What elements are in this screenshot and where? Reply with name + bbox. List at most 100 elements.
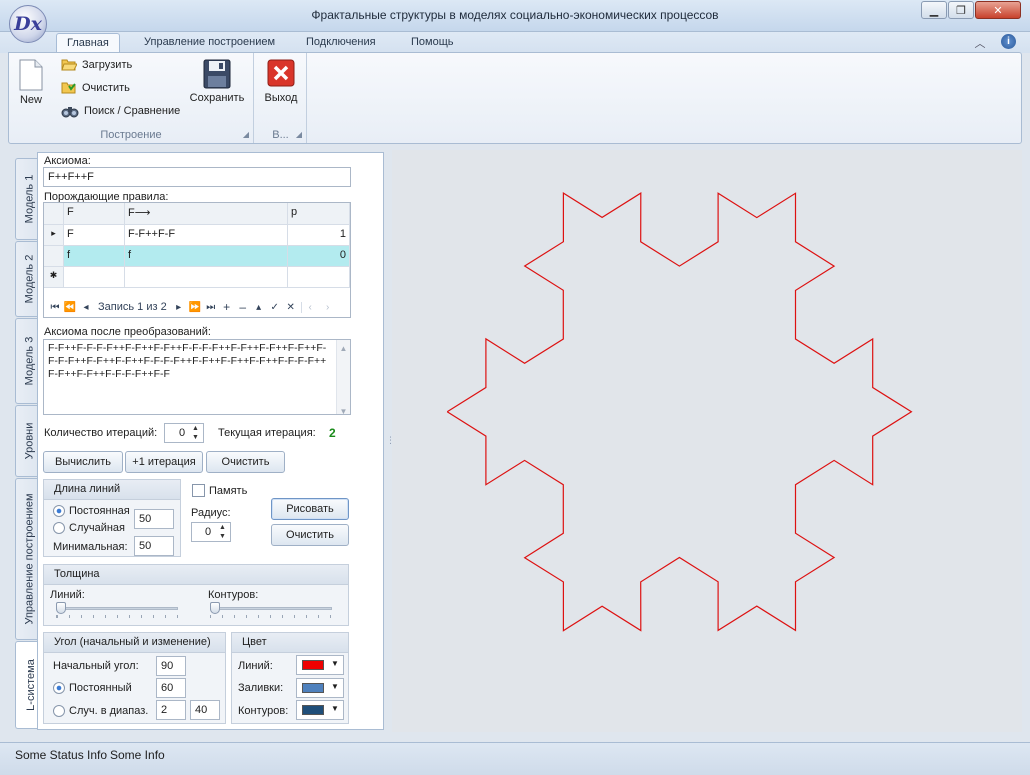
transformed-axiom-label: Аксиома после преобразований:: [44, 326, 211, 338]
fill-color-picker[interactable]: ▼: [296, 678, 344, 698]
spin-arrows-icon[interactable]: ▲ ▼: [192, 424, 199, 442]
rule-p-cell[interactable]: 0: [288, 246, 350, 267]
line-color-swatch: [302, 660, 324, 670]
clear-button[interactable]: Очистить: [206, 451, 285, 473]
drawing-canvas[interactable]: [392, 150, 1022, 732]
col-header-symbol[interactable]: F: [64, 203, 125, 225]
constant-angle-input[interactable]: 60: [156, 678, 186, 698]
radius-value: 0: [205, 526, 212, 538]
constant-length-radio[interactable]: [53, 505, 65, 517]
up-icon[interactable]: ▴: [251, 302, 267, 313]
new-row-p-cell[interactable]: [288, 267, 350, 288]
tab-connections[interactable]: Подключения: [296, 33, 386, 52]
row-indicator[interactable]: [44, 246, 64, 267]
textarea-scrollbar[interactable]: ▲ ▼: [336, 340, 350, 414]
new-row-indicator[interactable]: ✱: [44, 267, 64, 288]
radius-spinner[interactable]: 0 ▲ ▼: [191, 522, 231, 542]
thickness-title: Толщина: [44, 565, 348, 585]
memory-checkbox[interactable]: [192, 484, 205, 497]
plus-one-iteration-button[interactable]: +1 итерация: [125, 451, 203, 473]
close-icon: ✕: [993, 4, 1003, 17]
angle-range-to-input[interactable]: 40: [190, 700, 220, 720]
row-indicator[interactable]: ▸: [44, 225, 64, 246]
clear-drawing-button[interactable]: Очистить: [271, 524, 349, 546]
save-label: Сохранить: [189, 92, 245, 104]
scroll-right-icon[interactable]: ›: [319, 302, 337, 313]
new-row-replacement-cell[interactable]: [125, 267, 288, 288]
radius-label: Радиус:: [191, 507, 231, 519]
clear-ribbon-button[interactable]: Очистить: [61, 78, 130, 98]
dialog-launcher-icon[interactable]: ◢: [296, 130, 302, 139]
prev-page-icon[interactable]: ⏪: [62, 302, 78, 313]
last-icon[interactable]: ⏭: [203, 302, 219, 313]
random-length-label: Случайная: [69, 522, 126, 534]
iterations-spinner[interactable]: 0 ▲ ▼: [164, 423, 204, 443]
new-button[interactable]: New: [15, 59, 47, 106]
ribbon-collapse-icon[interactable]: ︿: [973, 35, 987, 50]
constant-length-input[interactable]: 50: [134, 509, 174, 529]
tab-main[interactable]: Главная: [56, 33, 120, 52]
save-button[interactable]: Сохранить: [187, 59, 247, 104]
iterations-label: Количество итераций:: [44, 427, 158, 439]
rule-replacement-cell[interactable]: F-F++F-F: [125, 225, 288, 246]
ribbon-group-build: New Загрузить Очистить Поиск / Сравнение…: [9, 53, 254, 143]
new-row-symbol-cell[interactable]: [64, 267, 125, 288]
rules-grid: F F⟶ p ▸ F F-F++F-F 1 f f 0 ✱ ⏮ ⏪ ◂ Запи…: [43, 202, 351, 318]
info-icon[interactable]: i: [1001, 34, 1016, 49]
tab-help[interactable]: Помощь: [401, 33, 464, 52]
rule-p-cell[interactable]: 1: [288, 225, 350, 246]
exit-label: Выход: [264, 92, 298, 104]
check-icon[interactable]: ✓: [267, 302, 283, 313]
tab-build-control[interactable]: Управление построением: [134, 33, 285, 52]
line-thickness-slider[interactable]: [56, 602, 66, 614]
dialog-launcher-icon[interactable]: ◢: [243, 130, 249, 139]
close-button[interactable]: ✕: [975, 1, 1021, 19]
clear-ribbon-label: Очистить: [82, 82, 130, 94]
spin-arrows-icon[interactable]: ▲ ▼: [219, 523, 226, 541]
exit-button[interactable]: Выход: [259, 59, 303, 104]
clear-folder-icon: [61, 82, 76, 94]
angle-range-from-input[interactable]: 2: [156, 700, 186, 720]
status-info: Some Status Info: [15, 748, 108, 762]
contour-thickness-slider[interactable]: [210, 602, 220, 614]
minimize-button[interactable]: ▁: [921, 1, 947, 19]
axiom-input[interactable]: F++F++F: [43, 167, 351, 187]
add-icon[interactable]: +: [219, 300, 235, 314]
random-length-radio[interactable]: [53, 522, 65, 534]
rule-replacement-cell[interactable]: f: [125, 246, 288, 267]
min-length-input[interactable]: 50: [134, 536, 174, 556]
splitter-handle[interactable]: ⋮: [386, 435, 395, 447]
constant-angle-radio[interactable]: [53, 682, 65, 694]
transformed-axiom-textarea[interactable]: F-F++F-F-F-F++F-F++F-F++F-F-F-F++F-F++F-…: [43, 339, 351, 415]
contour-thickness-track: [210, 607, 332, 610]
compute-button[interactable]: Вычислить: [43, 451, 123, 473]
maximize-button[interactable]: ❐: [948, 1, 974, 19]
load-button[interactable]: Загрузить: [61, 55, 132, 75]
fractal-svg: [446, 192, 913, 632]
random-angle-radio[interactable]: [53, 705, 65, 717]
status-info-secondary: Some Info: [110, 748, 165, 762]
next-icon[interactable]: ▸: [171, 302, 187, 313]
prev-icon[interactable]: ◂: [78, 302, 94, 313]
start-angle-input[interactable]: 90: [156, 656, 186, 676]
scroll-left-icon[interactable]: ‹: [300, 301, 319, 313]
search-compare-button[interactable]: Поиск / Сравнение: [61, 101, 180, 121]
cancel-icon[interactable]: ✕: [283, 302, 299, 313]
remove-icon[interactable]: –: [235, 300, 251, 314]
first-icon[interactable]: ⏮: [48, 302, 62, 313]
rule-symbol-cell[interactable]: f: [64, 246, 125, 267]
next-page-icon[interactable]: ⏩: [187, 302, 203, 313]
line-color-label: Линий:: [238, 660, 273, 672]
logo-text: Dx: [14, 13, 42, 35]
scroll-up-icon[interactable]: ▲: [337, 342, 350, 355]
contour-color-picker[interactable]: ▼: [296, 700, 344, 720]
col-header-replacement[interactable]: F⟶: [125, 203, 288, 225]
contour-color-swatch: [302, 705, 324, 715]
rule-symbol-cell[interactable]: F: [64, 225, 125, 246]
chevron-down-icon: ▼: [331, 682, 339, 691]
app-logo[interactable]: Dx: [9, 5, 47, 43]
scroll-down-icon[interactable]: ▼: [337, 405, 350, 414]
col-header-p[interactable]: p: [288, 203, 350, 225]
line-color-picker[interactable]: ▼: [296, 655, 344, 675]
draw-button[interactable]: Рисовать: [271, 498, 349, 520]
